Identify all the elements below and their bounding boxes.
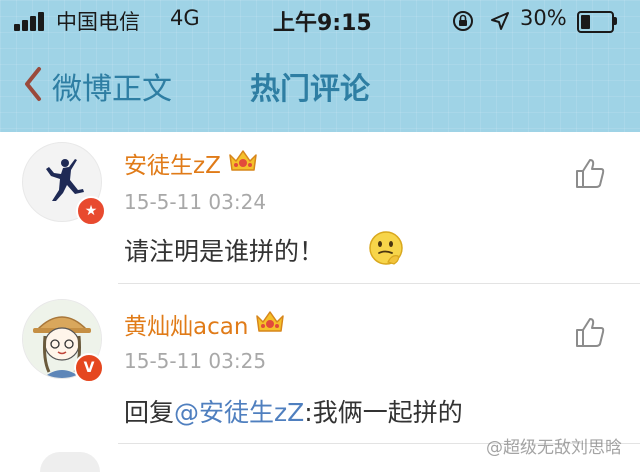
app-header: 中国电信 4G 上午9:15 30% 微博正文 热门评论 bbox=[0, 0, 640, 132]
thinking-emoji-icon bbox=[369, 231, 403, 265]
comment-username[interactable]: 安徒生zZ bbox=[124, 146, 221, 180]
comment-text: 请注明是谁拼的！ bbox=[124, 237, 325, 266]
reply-text: :我俩一起拼的 bbox=[304, 398, 463, 427]
comment-divider bbox=[118, 283, 640, 284]
thumbs-up-icon[interactable] bbox=[573, 156, 607, 190]
status-time: 上午9:15 bbox=[273, 11, 372, 36]
comment-item: ★ 安徒生zZ 15-5-11 03:24 请注明是谁拼的！ bbox=[0, 132, 640, 284]
comment-text: 回复@安徒生zZ:我俩一起拼的 bbox=[124, 393, 463, 429]
page-title: 热门评论 bbox=[250, 72, 370, 107]
avatar[interactable] bbox=[40, 452, 100, 472]
status-bar: 中国电信 4G 上午9:15 30% bbox=[0, 0, 640, 42]
rotation-lock-icon bbox=[453, 11, 473, 31]
verified-badge: V bbox=[74, 353, 104, 383]
chevron-left-icon bbox=[25, 67, 41, 101]
comment-timestamp: 15-5-11 03:24 bbox=[124, 190, 267, 214]
network-type: 4G bbox=[170, 6, 200, 30]
comment-item: V 黄灿灿acan 15-5-11 03:25 回复@安徒生zZ:我俩一起拼的 bbox=[0, 285, 640, 445]
crown-icon bbox=[256, 311, 284, 332]
signal-strength-icon bbox=[14, 11, 54, 31]
battery-percent: 30% bbox=[520, 6, 567, 30]
thumbs-up-icon[interactable] bbox=[573, 315, 607, 349]
location-arrow-icon bbox=[491, 12, 509, 30]
back-label: 微博正文 bbox=[52, 72, 172, 107]
watermark-text: @超级无敌刘思晗 bbox=[486, 438, 622, 458]
battery-icon bbox=[577, 11, 617, 33]
comment-username[interactable]: 黄灿灿acan bbox=[124, 307, 248, 341]
crown-icon bbox=[229, 150, 257, 171]
reply-prefix: 回复 bbox=[124, 398, 175, 427]
mention-link[interactable]: @安徒生zZ bbox=[174, 398, 304, 427]
verified-badge: ★ bbox=[76, 196, 106, 226]
carrier-name: 中国电信 bbox=[56, 10, 140, 34]
comment-timestamp: 15-5-11 03:25 bbox=[124, 349, 267, 373]
